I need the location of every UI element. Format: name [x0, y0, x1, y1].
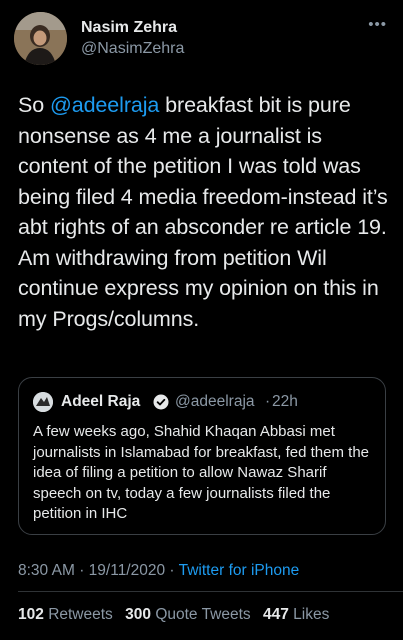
quoted-separator: ·: [265, 393, 271, 410]
author-handle[interactable]: @NasimZehra: [81, 40, 184, 58]
quoted-tweet-card[interactable]: Adeel Raja @adeelraja · 22h A few weeks …: [18, 377, 386, 535]
tweet-meta: 8:30 AM · 19/11/2020 · Twitter for iPhon…: [18, 562, 299, 580]
verified-badge-icon: [153, 394, 169, 410]
quote-tweets-stat[interactable]: 300 Quote Tweets: [125, 606, 259, 623]
tweet-text-body: breakfast bit is pure nonsense as 4 me a…: [18, 93, 388, 331]
divider: [18, 591, 403, 592]
quoted-author-handle: @adeelraja: [175, 393, 255, 410]
engagement-stats: 102 Retweets 300 Quote Tweets 447 Likes: [18, 606, 337, 624]
quotes-count: 300: [125, 606, 151, 623]
quoted-tweet-time: 22h: [272, 393, 298, 410]
quoted-tweet-text: A few weeks ago, Shahid Khaqan Abbasi me…: [33, 423, 370, 522]
meta-separator: ·: [169, 562, 175, 579]
tweet-text-prefix: So: [18, 93, 50, 117]
likes-label: Likes: [293, 606, 330, 623]
more-options-icon[interactable]: •••: [368, 16, 387, 33]
tweet-source-link[interactable]: Twitter for iPhone: [179, 562, 300, 579]
likes-count: 447: [262, 606, 289, 623]
author-name[interactable]: Nasim Zehra: [81, 19, 177, 37]
tweet-date: 19/11/2020: [88, 562, 166, 579]
quotes-label: Quote Tweets: [155, 606, 251, 623]
quoted-author-avatar: [33, 392, 53, 412]
meta-separator: ·: [79, 562, 85, 579]
retweets-stat[interactable]: 102 Retweets: [18, 606, 121, 623]
tweet-text: So @adeelraja breakfast bit is pure nons…: [18, 90, 392, 334]
author-avatar[interactable]: [14, 12, 67, 65]
mention-link[interactable]: @adeelraja: [50, 93, 159, 117]
quoted-author-name: Adeel Raja: [61, 393, 141, 410]
retweets-count: 102: [18, 606, 44, 623]
likes-stat[interactable]: 447 Likes: [263, 606, 337, 623]
retweets-label: Retweets: [48, 606, 113, 623]
tweet-time: 8:30 AM: [18, 562, 75, 579]
